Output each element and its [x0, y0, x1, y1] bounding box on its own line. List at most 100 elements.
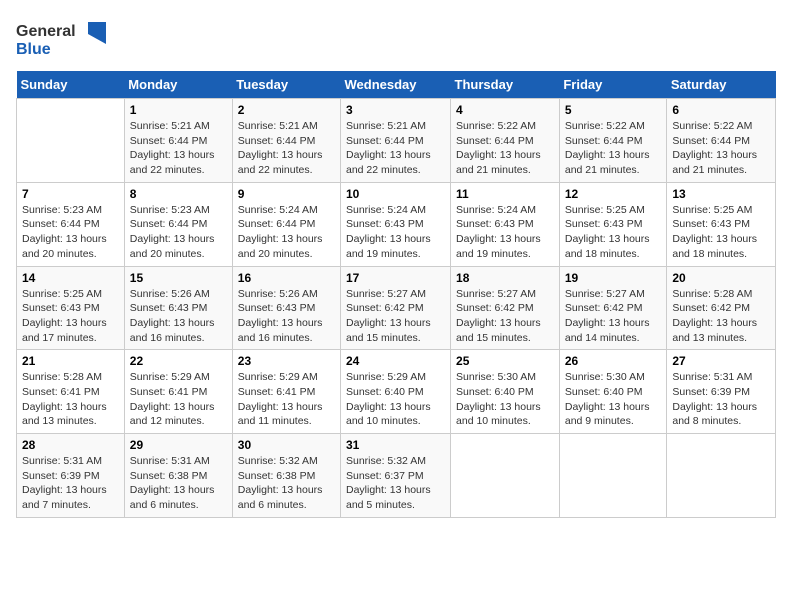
- calendar-cell: 29 Sunrise: 5:31 AM Sunset: 6:38 PM Dayli…: [124, 434, 232, 518]
- calendar-cell: 10 Sunrise: 5:24 AM Sunset: 6:43 PM Dayli…: [341, 182, 451, 266]
- calendar-cell: 28Sunrise: 5:31 AM Sunset: 6:39 PM Dayli…: [17, 434, 125, 518]
- day-number: 5: [565, 103, 662, 117]
- calendar-cell: 4 Sunrise: 5:22 AM Sunset: 6:44 PM Daylig…: [451, 99, 560, 183]
- day-number: 3: [346, 103, 445, 117]
- day-info: Sunrise: 5:32 AM Sunset: 6:38 PM Dayligh…: [238, 455, 323, 511]
- calendar-cell: 11 Sunrise: 5:24 AM Sunset: 6:43 PM Dayli…: [451, 182, 560, 266]
- day-info: Sunrise: 5:28 AM Sunset: 6:42 PM Dayligh…: [672, 288, 757, 344]
- day-number: 8: [130, 187, 227, 201]
- day-number: 22: [130, 354, 227, 368]
- day-number: 13: [672, 187, 770, 201]
- calendar-week-row: 21 Sunrise: 5:28 AM Sunset: 6:41 PM Dayli…: [17, 350, 776, 434]
- day-number: 24: [346, 354, 445, 368]
- day-info: Sunrise: 5:31 AM Sunset: 6:38 PM Dayligh…: [130, 455, 215, 511]
- day-number: 27: [672, 354, 770, 368]
- day-header-thursday: Thursday: [451, 71, 560, 99]
- calendar-cell: 26 Sunrise: 5:30 AM Sunset: 6:40 PM Dayli…: [559, 350, 667, 434]
- calendar-cell: 22 Sunrise: 5:29 AM Sunset: 6:41 PM Dayli…: [124, 350, 232, 434]
- day-info: Sunrise: 5:29 AM Sunset: 6:40 PM Dayligh…: [346, 371, 431, 427]
- calendar-cell: 30Sunrise: 5:32 AM Sunset: 6:38 PM Dayli…: [232, 434, 340, 518]
- logo-svg: GeneralBlue: [16, 16, 106, 61]
- calendar-cell: 19 Sunrise: 5:27 AM Sunset: 6:42 PM Dayli…: [559, 266, 667, 350]
- day-info: Sunrise: 5:27 AM Sunset: 6:42 PM Dayligh…: [565, 288, 650, 344]
- day-info: Sunrise: 5:32 AM Sunset: 6:37 PM Dayligh…: [346, 455, 431, 511]
- svg-text:Blue: Blue: [16, 41, 51, 58]
- calendar-cell: 1 Sunrise: 5:21 AM Sunset: 6:44 PM Daylig…: [124, 99, 232, 183]
- day-info: Sunrise: 5:25 AM Sunset: 6:43 PM Dayligh…: [672, 204, 757, 260]
- day-info: Sunrise: 5:29 AM Sunset: 6:41 PM Dayligh…: [238, 371, 323, 427]
- day-header-sunday: Sunday: [17, 71, 125, 99]
- day-info: Sunrise: 5:26 AM Sunset: 6:43 PM Dayligh…: [238, 288, 323, 344]
- day-info: Sunrise: 5:22 AM Sunset: 6:44 PM Dayligh…: [456, 120, 541, 176]
- day-header-wednesday: Wednesday: [341, 71, 451, 99]
- logo: GeneralBlue: [16, 16, 106, 61]
- calendar-cell: 14 Sunrise: 5:25 AM Sunset: 6:43 PM Dayli…: [17, 266, 125, 350]
- day-info: Sunrise: 5:30 AM Sunset: 6:40 PM Dayligh…: [456, 371, 541, 427]
- day-number: 1: [130, 103, 227, 117]
- calendar-cell: 3 Sunrise: 5:21 AM Sunset: 6:44 PM Daylig…: [341, 99, 451, 183]
- day-number: 15: [130, 271, 227, 285]
- day-number: 16: [238, 271, 335, 285]
- day-number: 6: [672, 103, 770, 117]
- day-info: Sunrise: 5:23 AM Sunset: 6:44 PM Dayligh…: [130, 204, 215, 260]
- day-info: Sunrise: 5:24 AM Sunset: 6:44 PM Dayligh…: [238, 204, 323, 260]
- day-info: Sunrise: 5:28 AM Sunset: 6:41 PM Dayligh…: [22, 371, 107, 427]
- day-info: Sunrise: 5:25 AM Sunset: 6:43 PM Dayligh…: [565, 204, 650, 260]
- page-header: GeneralBlue: [16, 16, 776, 61]
- day-number: 2: [238, 103, 335, 117]
- day-number: 31: [346, 438, 445, 452]
- day-number: 25: [456, 354, 554, 368]
- calendar-cell: 7Sunrise: 5:23 AM Sunset: 6:44 PM Daylig…: [17, 182, 125, 266]
- calendar-cell: 13 Sunrise: 5:25 AM Sunset: 6:43 PM Dayli…: [667, 182, 776, 266]
- calendar-week-row: 28Sunrise: 5:31 AM Sunset: 6:39 PM Dayli…: [17, 434, 776, 518]
- svg-text:General: General: [16, 23, 76, 40]
- day-info: Sunrise: 5:21 AM Sunset: 6:44 PM Dayligh…: [130, 120, 215, 176]
- calendar-week-row: 1 Sunrise: 5:21 AM Sunset: 6:44 PM Daylig…: [17, 99, 776, 183]
- day-info: Sunrise: 5:21 AM Sunset: 6:44 PM Dayligh…: [238, 120, 323, 176]
- day-info: Sunrise: 5:24 AM Sunset: 6:43 PM Dayligh…: [346, 204, 431, 260]
- calendar-cell: 6 Sunrise: 5:22 AM Sunset: 6:44 PM Daylig…: [667, 99, 776, 183]
- calendar-cell: 25 Sunrise: 5:30 AM Sunset: 6:40 PM Dayli…: [451, 350, 560, 434]
- calendar-table: SundayMondayTuesdayWednesdayThursdayFrid…: [16, 71, 776, 518]
- day-info: Sunrise: 5:23 AM Sunset: 6:44 PM Dayligh…: [22, 204, 107, 260]
- calendar-cell: 5Sunrise: 5:22 AM Sunset: 6:44 PM Daylig…: [559, 99, 667, 183]
- day-number: 12: [565, 187, 662, 201]
- day-info: Sunrise: 5:31 AM Sunset: 6:39 PM Dayligh…: [672, 371, 757, 427]
- calendar-cell: 18Sunrise: 5:27 AM Sunset: 6:42 PM Dayli…: [451, 266, 560, 350]
- day-number: 17: [346, 271, 445, 285]
- day-info: Sunrise: 5:24 AM Sunset: 6:43 PM Dayligh…: [456, 204, 541, 260]
- day-info: Sunrise: 5:30 AM Sunset: 6:40 PM Dayligh…: [565, 371, 650, 427]
- day-info: Sunrise: 5:25 AM Sunset: 6:43 PM Dayligh…: [22, 288, 107, 344]
- day-header-saturday: Saturday: [667, 71, 776, 99]
- day-number: 21: [22, 354, 119, 368]
- day-info: Sunrise: 5:22 AM Sunset: 6:44 PM Dayligh…: [672, 120, 757, 176]
- day-info: Sunrise: 5:29 AM Sunset: 6:41 PM Dayligh…: [130, 371, 215, 427]
- calendar-cell: [17, 99, 125, 183]
- day-number: 26: [565, 354, 662, 368]
- day-number: 29: [130, 438, 227, 452]
- day-info: Sunrise: 5:27 AM Sunset: 6:42 PM Dayligh…: [346, 288, 431, 344]
- calendar-week-row: 7Sunrise: 5:23 AM Sunset: 6:44 PM Daylig…: [17, 182, 776, 266]
- calendar-cell: [451, 434, 560, 518]
- calendar-cell: 21 Sunrise: 5:28 AM Sunset: 6:41 PM Dayli…: [17, 350, 125, 434]
- calendar-cell: [667, 434, 776, 518]
- day-number: 14: [22, 271, 119, 285]
- day-number: 10: [346, 187, 445, 201]
- day-number: 11: [456, 187, 554, 201]
- calendar-cell: 8 Sunrise: 5:23 AM Sunset: 6:44 PM Daylig…: [124, 182, 232, 266]
- calendar-cell: 9 Sunrise: 5:24 AM Sunset: 6:44 PM Daylig…: [232, 182, 340, 266]
- calendar-week-row: 14 Sunrise: 5:25 AM Sunset: 6:43 PM Dayli…: [17, 266, 776, 350]
- calendar-cell: [559, 434, 667, 518]
- calendar-cell: 24 Sunrise: 5:29 AM Sunset: 6:40 PM Dayli…: [341, 350, 451, 434]
- day-header-tuesday: Tuesday: [232, 71, 340, 99]
- day-number: 20: [672, 271, 770, 285]
- calendar-cell: 23Sunrise: 5:29 AM Sunset: 6:41 PM Dayli…: [232, 350, 340, 434]
- day-number: 19: [565, 271, 662, 285]
- day-header-friday: Friday: [559, 71, 667, 99]
- day-info: Sunrise: 5:21 AM Sunset: 6:44 PM Dayligh…: [346, 120, 431, 176]
- day-info: Sunrise: 5:31 AM Sunset: 6:39 PM Dayligh…: [22, 455, 107, 511]
- calendar-cell: 12 Sunrise: 5:25 AM Sunset: 6:43 PM Dayli…: [559, 182, 667, 266]
- day-number: 4: [456, 103, 554, 117]
- day-number: 9: [238, 187, 335, 201]
- calendar-cell: 20 Sunrise: 5:28 AM Sunset: 6:42 PM Dayli…: [667, 266, 776, 350]
